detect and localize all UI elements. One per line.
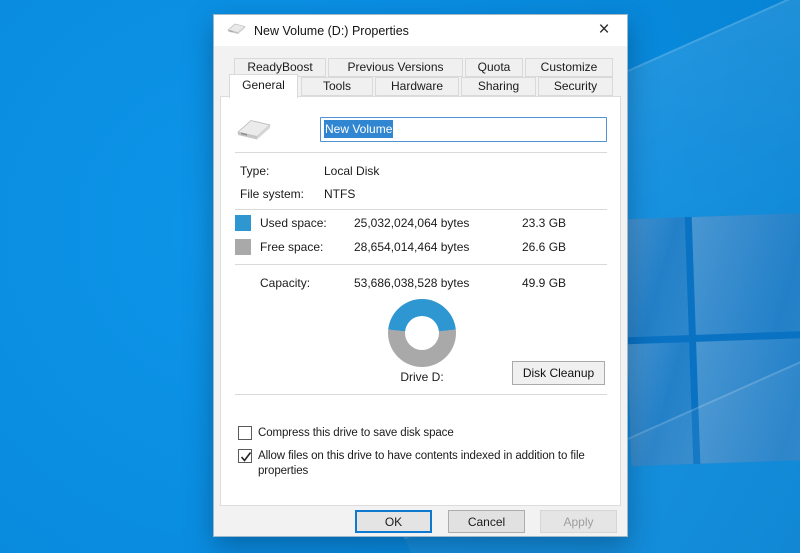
cancel-button[interactable]: Cancel — [448, 510, 525, 533]
compress-checkbox[interactable] — [238, 426, 252, 440]
type-value: Local Disk — [324, 164, 379, 178]
drive-usage-donut — [388, 299, 456, 367]
windows-logo — [623, 211, 800, 466]
capacity-bytes: 53,686,038,528 bytes — [354, 276, 469, 290]
volume-name-input[interactable]: New Volume — [320, 117, 607, 142]
used-space-size: 23.3 GB — [522, 216, 566, 230]
window-title: New Volume (D:) Properties — [254, 24, 409, 38]
free-space-bytes: 28,654,014,464 bytes — [354, 240, 469, 254]
free-space-swatch — [235, 239, 251, 255]
windows-logo-pane — [696, 336, 800, 464]
general-tab-page: New Volume Type: Local Disk File system:… — [220, 96, 621, 506]
tab-tools[interactable]: Tools — [301, 77, 373, 96]
drive-icon — [227, 22, 246, 40]
tab-sharing[interactable]: Sharing — [461, 77, 536, 96]
type-label: Type: — [240, 164, 269, 178]
windows-logo-pane — [692, 211, 800, 335]
separator — [235, 209, 607, 210]
volume-name-selected-text: New Volume — [324, 120, 393, 138]
file-system-label: File system: — [240, 187, 304, 201]
check-icon — [240, 451, 252, 463]
apply-button[interactable]: Apply — [540, 510, 617, 533]
free-space-size: 26.6 GB — [522, 240, 566, 254]
tab-quota[interactable]: Quota — [465, 58, 523, 77]
file-system-value: NTFS — [324, 187, 355, 201]
index-checkbox[interactable] — [238, 449, 252, 463]
tab-general[interactable]: General — [229, 74, 298, 98]
drive-d-label: Drive D: — [388, 370, 456, 384]
separator — [235, 394, 607, 395]
compress-checkbox-label: Compress this drive to save disk space — [258, 426, 616, 441]
drive-icon — [236, 116, 272, 147]
dialog-footer: OK Cancel Apply — [214, 506, 627, 538]
tab-security[interactable]: Security — [538, 77, 613, 96]
disk-cleanup-button[interactable]: Disk Cleanup — [512, 361, 605, 385]
used-space-bytes: 25,032,024,064 bytes — [354, 216, 469, 230]
close-icon[interactable]: × — [591, 18, 617, 42]
tab-customize[interactable]: Customize — [525, 58, 613, 77]
index-checkbox-label: Allow files on this drive to have conten… — [258, 449, 616, 479]
used-space-swatch — [235, 215, 251, 231]
titlebar[interactable]: New Volume (D:) Properties × — [214, 15, 627, 46]
windows-logo-pane — [623, 217, 689, 337]
free-space-label: Free space: — [260, 240, 323, 254]
tab-previous-versions[interactable]: Previous Versions — [328, 58, 463, 77]
donut-hole — [405, 316, 439, 350]
index-checkbox-row[interactable]: Allow files on this drive to have conten… — [238, 449, 616, 479]
separator — [235, 152, 607, 153]
used-space-label: Used space: — [260, 216, 327, 230]
capacity-size: 49.9 GB — [522, 276, 566, 290]
ok-button[interactable]: OK — [355, 510, 432, 533]
windows-logo-pane — [627, 342, 693, 466]
capacity-label: Capacity: — [260, 276, 310, 290]
properties-dialog: New Volume (D:) Properties × ReadyBoost … — [213, 14, 628, 537]
separator — [235, 264, 607, 265]
tab-hardware[interactable]: Hardware — [375, 77, 459, 96]
compress-checkbox-row[interactable]: Compress this drive to save disk space — [238, 426, 616, 441]
